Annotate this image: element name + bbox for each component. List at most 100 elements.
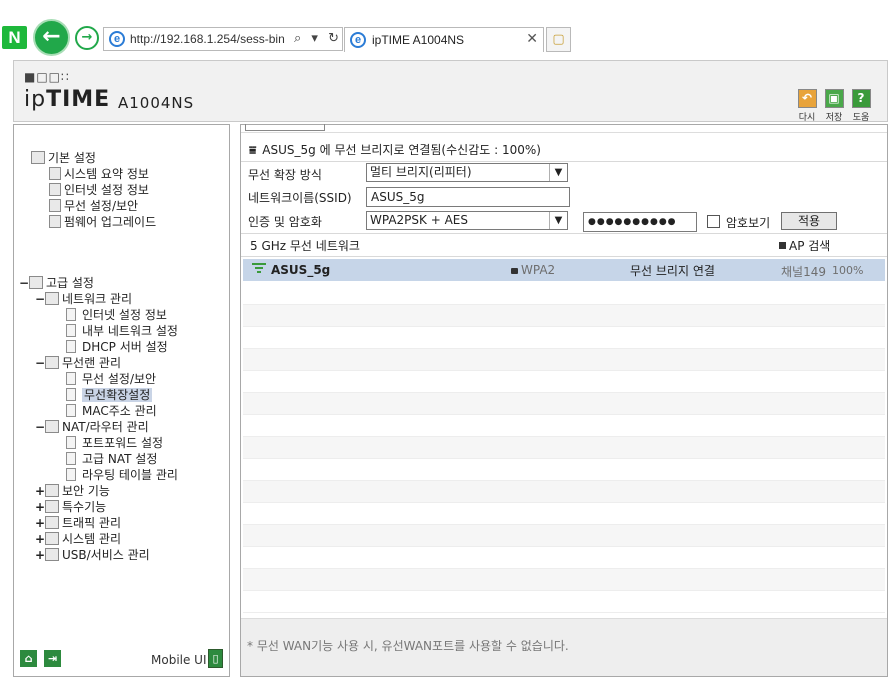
upgrade-icon	[49, 215, 61, 228]
divider	[241, 161, 887, 162]
iptime-logo: ipTIME	[24, 87, 110, 112]
lock-icon	[45, 484, 59, 497]
tree-item-firmware-upgrade[interactable]: 펌웨어 업그레이드	[49, 214, 156, 230]
collapse-icon[interactable]: −	[35, 291, 45, 307]
save-icon: ▣	[824, 89, 844, 108]
search-square-icon	[779, 242, 786, 249]
list-row-empty	[243, 283, 885, 305]
special-icon	[45, 500, 59, 513]
logo-bold-text: TIME	[46, 87, 111, 112]
address-url[interactable]: http://192.168.1.254/sess-bin	[130, 32, 288, 46]
tree-label: 무선확장설정	[82, 388, 153, 402]
router-header: ■□□∷ ipTIME A1004NS ↶ 다시 ▣ 저장 ? 도움	[13, 60, 888, 123]
tree-network-management[interactable]: − 네트워크 관리	[35, 291, 132, 307]
tree-basic-settings[interactable]: 기본 설정	[31, 150, 96, 166]
tree-traffic-management[interactable]: + 트래픽 관리	[35, 515, 121, 531]
expand-icon[interactable]: +	[35, 515, 45, 531]
address-controls[interactable]: ⌕ ▾ ↻	[294, 31, 342, 46]
network-row[interactable]: ASUS_5g WPA2 무선 브리지 연결 채널149 100%	[243, 259, 885, 281]
list-row-empty	[243, 327, 885, 349]
help-button[interactable]: ? 도움	[850, 89, 872, 123]
tree-item-lan-settings[interactable]: 내부 네트워크 설정	[66, 323, 178, 339]
tree-security-features[interactable]: + 보안 기능	[35, 483, 110, 499]
page-icon	[66, 324, 76, 337]
undo-button[interactable]: ↶ 다시	[796, 89, 818, 123]
tree-nat-router[interactable]: − NAT/라우터 관리	[35, 419, 149, 435]
save-label: 저장	[825, 113, 843, 123]
network-ssid: ASUS_5g	[271, 263, 331, 277]
usb-icon	[45, 548, 59, 561]
folder-settings-icon	[31, 151, 45, 164]
naver-n-icon[interactable]: N	[2, 26, 27, 49]
tree-label: 네트워크 관리	[62, 292, 133, 306]
password-input[interactable]: ●●●●●●●●●●	[583, 212, 697, 232]
expand-icon[interactable]: +	[35, 531, 45, 547]
new-tab-button[interactable]: ▢	[546, 27, 571, 52]
page-icon	[66, 340, 76, 353]
page-icon	[66, 452, 76, 465]
collapse-icon[interactable]: −	[19, 275, 29, 291]
tree-wireless-management[interactable]: − 무선랜 관리	[35, 355, 121, 371]
tree-item-internet-settings[interactable]: 인터넷 설정 정보	[66, 307, 167, 323]
tree-label: 포트포워드 설정	[82, 436, 164, 450]
ie-tab-icon: e	[350, 32, 366, 48]
tree-label: MAC주소 관리	[82, 404, 157, 418]
mode-select[interactable]: 멀티 브리지(리피터) ▼	[366, 163, 568, 182]
tree-item-wireless-security[interactable]: 무선 설정/보안	[49, 198, 138, 214]
forward-button[interactable]: →	[75, 26, 99, 50]
network-icon	[45, 292, 59, 305]
mobile-device-icon[interactable]: ▯	[208, 649, 223, 668]
header-dots-icon: ■□□∷	[24, 70, 70, 84]
tree-label: USB/서비스 관리	[62, 548, 150, 562]
tree-special-features[interactable]: + 특수기능	[35, 499, 106, 515]
tree-item-dhcp-server[interactable]: DHCP 서버 설정	[66, 339, 168, 355]
tree-system-management[interactable]: + 시스템 관리	[35, 531, 121, 547]
scroll-fragment	[245, 124, 325, 131]
list-row-empty	[243, 349, 885, 371]
traffic-icon	[45, 516, 59, 529]
tree-label: 라우팅 테이블 관리	[82, 468, 178, 482]
tree-label: 무선랜 관리	[62, 356, 122, 370]
ssid-label: 네트워크이름(SSID)	[248, 191, 352, 205]
mode-select-value: 멀티 브리지(리피터)	[370, 165, 472, 179]
close-tab-icon[interactable]: ✕	[526, 31, 538, 47]
tree-item-system-summary[interactable]: 시스템 요약 정보	[49, 166, 149, 182]
tree-label: 인터넷 설정 정보	[64, 183, 149, 197]
home-icon[interactable]: ⌂	[20, 650, 37, 667]
tree-advanced-settings[interactable]: − 고급 설정	[19, 275, 94, 291]
address-bar[interactable]: e http://192.168.1.254/sess-bin ⌕ ▾ ↻	[103, 27, 343, 51]
undo-label: 다시	[798, 113, 816, 123]
tree-label: 고급 설정	[46, 276, 94, 290]
expand-icon[interactable]: +	[35, 483, 45, 499]
tree-item-port-forward[interactable]: 포트포워드 설정	[66, 435, 163, 451]
tree-item-routing-table[interactable]: 라우팅 테이블 관리	[66, 467, 178, 483]
show-password-checkbox[interactable]	[707, 215, 720, 228]
list-row-empty	[243, 305, 885, 327]
list-row-empty	[243, 525, 885, 547]
page-icon	[66, 404, 76, 417]
tree-usb-service[interactable]: + USB/서비스 관리	[35, 547, 150, 563]
expand-icon[interactable]: +	[35, 499, 45, 515]
ssid-input[interactable]: ASUS_5g	[366, 187, 570, 207]
tree-item-wireless-extension[interactable]: 무선확장설정	[66, 387, 153, 403]
mobile-ui-link[interactable]: Mobile UI	[151, 653, 207, 667]
save-button[interactable]: ▣ 저장	[823, 89, 845, 123]
tree-item-advanced-nat[interactable]: 고급 NAT 설정	[66, 451, 157, 467]
connection-status: ⩸ ASUS_5g 에 무선 브리지로 연결됨(수신감도 : 100%)	[249, 141, 541, 158]
page-icon	[66, 372, 76, 385]
tree-item-wireless-security-adv[interactable]: 무선 설정/보안	[66, 371, 156, 387]
tree-item-mac-management[interactable]: MAC주소 관리	[66, 403, 157, 419]
browser-tab[interactable]: e ipTIME A1004NS ✕	[344, 27, 544, 52]
logout-icon[interactable]: ⇥	[44, 650, 61, 667]
expand-icon[interactable]: +	[35, 547, 45, 563]
auth-select[interactable]: WPA2PSK + AES ▼	[366, 211, 568, 230]
collapse-icon[interactable]: −	[35, 419, 45, 435]
list-row-empty	[243, 437, 885, 459]
collapse-icon[interactable]: −	[35, 355, 45, 371]
apply-button[interactable]: 적용	[781, 212, 837, 230]
tree-item-internet-info[interactable]: 인터넷 설정 정보	[49, 182, 149, 198]
ap-search-button[interactable]: AP 검색	[779, 237, 830, 254]
system-icon	[45, 532, 59, 545]
help-icon: ?	[851, 89, 871, 108]
back-button[interactable]: ←	[33, 19, 70, 56]
